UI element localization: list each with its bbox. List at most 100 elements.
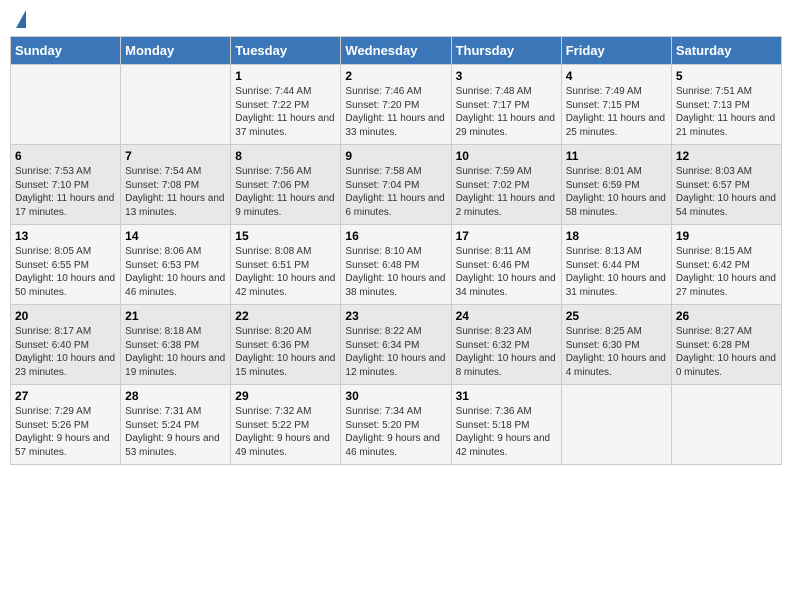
day-header-wednesday: Wednesday: [341, 37, 451, 65]
day-number: 18: [566, 229, 667, 243]
calendar-cell: 7 Sunrise: 7:54 AM Sunset: 7:08 PM Daylig…: [121, 145, 231, 225]
calendar-cell: 26 Sunrise: 8:27 AM Sunset: 6:28 PM Dayli…: [671, 305, 781, 385]
calendar-cell: 8 Sunrise: 7:56 AM Sunset: 7:06 PM Daylig…: [231, 145, 341, 225]
calendar-cell: 25 Sunrise: 8:25 AM Sunset: 6:30 PM Dayli…: [561, 305, 671, 385]
day-number: 16: [345, 229, 446, 243]
day-number: 14: [125, 229, 226, 243]
calendar-cell: 13 Sunrise: 8:05 AM Sunset: 6:55 PM Dayli…: [11, 225, 121, 305]
day-info: Sunrise: 7:54 AM Sunset: 7:08 PM Dayligh…: [125, 165, 226, 219]
day-number: 20: [15, 309, 116, 323]
day-number: 4: [566, 69, 667, 83]
calendar-cell: 10 Sunrise: 7:59 AM Sunset: 7:02 PM Dayli…: [451, 145, 561, 225]
day-info: Sunrise: 8:06 AM Sunset: 6:53 PM Dayligh…: [125, 245, 226, 299]
calendar-cell: 4 Sunrise: 7:49 AM Sunset: 7:15 PM Daylig…: [561, 65, 671, 145]
day-header-saturday: Saturday: [671, 37, 781, 65]
calendar-header-row: SundayMondayTuesdayWednesdayThursdayFrid…: [11, 37, 782, 65]
day-number: 3: [456, 69, 557, 83]
calendar-cell: 24 Sunrise: 8:23 AM Sunset: 6:32 PM Dayli…: [451, 305, 561, 385]
day-info: Sunrise: 7:49 AM Sunset: 7:15 PM Dayligh…: [566, 85, 667, 139]
calendar-cell: 21 Sunrise: 8:18 AM Sunset: 6:38 PM Dayli…: [121, 305, 231, 385]
calendar-cell: 31Sunrise: 7:36 AM Sunset: 5:18 PM Dayli…: [451, 385, 561, 465]
day-info: Sunrise: 8:05 AM Sunset: 6:55 PM Dayligh…: [15, 245, 116, 299]
logo: [14, 10, 26, 28]
day-info: Sunrise: 8:17 AM Sunset: 6:40 PM Dayligh…: [15, 325, 116, 379]
day-info: Sunrise: 7:46 AM Sunset: 7:20 PM Dayligh…: [345, 85, 446, 139]
calendar-cell: 5 Sunrise: 7:51 AM Sunset: 7:13 PM Daylig…: [671, 65, 781, 145]
day-info: Sunrise: 8:03 AM Sunset: 6:57 PM Dayligh…: [676, 165, 777, 219]
day-info: Sunrise: 8:22 AM Sunset: 6:34 PM Dayligh…: [345, 325, 446, 379]
day-number: 7: [125, 149, 226, 163]
calendar-cell: 17 Sunrise: 8:11 AM Sunset: 6:46 PM Dayli…: [451, 225, 561, 305]
calendar-cell: [561, 385, 671, 465]
day-info: Sunrise: 7:56 AM Sunset: 7:06 PM Dayligh…: [235, 165, 336, 219]
calendar-cell: 3 Sunrise: 7:48 AM Sunset: 7:17 PM Daylig…: [451, 65, 561, 145]
day-number: 12: [676, 149, 777, 163]
calendar-cell: 11Sunrise: 8:01 AM Sunset: 6:59 PM Dayli…: [561, 145, 671, 225]
day-info: Sunrise: 7:29 AM Sunset: 5:26 PM Dayligh…: [15, 405, 116, 459]
day-number: 5: [676, 69, 777, 83]
day-number: 27: [15, 389, 116, 403]
week-row-4: 20 Sunrise: 8:17 AM Sunset: 6:40 PM Dayli…: [11, 305, 782, 385]
day-number: 29: [235, 389, 336, 403]
logo-triangle-icon: [16, 10, 26, 28]
calendar-cell: 18 Sunrise: 8:13 AM Sunset: 6:44 PM Dayli…: [561, 225, 671, 305]
day-number: 15: [235, 229, 336, 243]
week-row-3: 13 Sunrise: 8:05 AM Sunset: 6:55 PM Dayli…: [11, 225, 782, 305]
day-info: Sunrise: 8:11 AM Sunset: 6:46 PM Dayligh…: [456, 245, 557, 299]
day-info: Sunrise: 8:13 AM Sunset: 6:44 PM Dayligh…: [566, 245, 667, 299]
calendar-cell: 16Sunrise: 8:10 AM Sunset: 6:48 PM Dayli…: [341, 225, 451, 305]
day-number: 17: [456, 229, 557, 243]
day-header-tuesday: Tuesday: [231, 37, 341, 65]
day-number: 24: [456, 309, 557, 323]
calendar-cell: 1 Sunrise: 7:44 AM Sunset: 7:22 PM Daylig…: [231, 65, 341, 145]
day-info: Sunrise: 8:23 AM Sunset: 6:32 PM Dayligh…: [456, 325, 557, 379]
day-info: Sunrise: 7:36 AM Sunset: 5:18 PM Dayligh…: [456, 405, 557, 459]
calendar-cell: 14 Sunrise: 8:06 AM Sunset: 6:53 PM Dayli…: [121, 225, 231, 305]
calendar-cell: 6Sunrise: 7:53 AM Sunset: 7:10 PM Daylig…: [11, 145, 121, 225]
calendar-cell: 9 Sunrise: 7:58 AM Sunset: 7:04 PM Daylig…: [341, 145, 451, 225]
day-number: 6: [15, 149, 116, 163]
calendar-cell: 19 Sunrise: 8:15 AM Sunset: 6:42 PM Dayli…: [671, 225, 781, 305]
calendar-cell: 23Sunrise: 8:22 AM Sunset: 6:34 PM Dayli…: [341, 305, 451, 385]
calendar-cell: 30Sunrise: 7:34 AM Sunset: 5:20 PM Dayli…: [341, 385, 451, 465]
day-info: Sunrise: 8:20 AM Sunset: 6:36 PM Dayligh…: [235, 325, 336, 379]
calendar-cell: 27 Sunrise: 7:29 AM Sunset: 5:26 PM Dayli…: [11, 385, 121, 465]
day-info: Sunrise: 8:27 AM Sunset: 6:28 PM Dayligh…: [676, 325, 777, 379]
day-number: 26: [676, 309, 777, 323]
day-header-thursday: Thursday: [451, 37, 561, 65]
week-row-2: 6Sunrise: 7:53 AM Sunset: 7:10 PM Daylig…: [11, 145, 782, 225]
calendar-cell: 20 Sunrise: 8:17 AM Sunset: 6:40 PM Dayli…: [11, 305, 121, 385]
day-header-monday: Monday: [121, 37, 231, 65]
day-number: 19: [676, 229, 777, 243]
day-info: Sunrise: 8:25 AM Sunset: 6:30 PM Dayligh…: [566, 325, 667, 379]
day-info: Sunrise: 7:48 AM Sunset: 7:17 PM Dayligh…: [456, 85, 557, 139]
day-info: Sunrise: 7:51 AM Sunset: 7:13 PM Dayligh…: [676, 85, 777, 139]
day-info: Sunrise: 7:58 AM Sunset: 7:04 PM Dayligh…: [345, 165, 446, 219]
day-info: Sunrise: 7:44 AM Sunset: 7:22 PM Dayligh…: [235, 85, 336, 139]
day-number: 28: [125, 389, 226, 403]
day-info: Sunrise: 8:15 AM Sunset: 6:42 PM Dayligh…: [676, 245, 777, 299]
calendar-cell: [121, 65, 231, 145]
day-info: Sunrise: 8:08 AM Sunset: 6:51 PM Dayligh…: [235, 245, 336, 299]
day-info: Sunrise: 8:18 AM Sunset: 6:38 PM Dayligh…: [125, 325, 226, 379]
day-number: 13: [15, 229, 116, 243]
day-number: 30: [345, 389, 446, 403]
day-number: 21: [125, 309, 226, 323]
day-number: 9: [345, 149, 446, 163]
calendar-table: SundayMondayTuesdayWednesdayThursdayFrid…: [10, 36, 782, 465]
calendar-cell: 15 Sunrise: 8:08 AM Sunset: 6:51 PM Dayli…: [231, 225, 341, 305]
day-number: 1: [235, 69, 336, 83]
day-header-friday: Friday: [561, 37, 671, 65]
day-number: 8: [235, 149, 336, 163]
day-number: 10: [456, 149, 557, 163]
calendar-cell: 28Sunrise: 7:31 AM Sunset: 5:24 PM Dayli…: [121, 385, 231, 465]
calendar-cell: 2 Sunrise: 7:46 AM Sunset: 7:20 PM Daylig…: [341, 65, 451, 145]
page-header: [10, 10, 782, 28]
day-number: 25: [566, 309, 667, 323]
day-number: 2: [345, 69, 446, 83]
day-number: 22: [235, 309, 336, 323]
day-number: 11: [566, 149, 667, 163]
day-info: Sunrise: 7:59 AM Sunset: 7:02 PM Dayligh…: [456, 165, 557, 219]
day-header-sunday: Sunday: [11, 37, 121, 65]
week-row-1: 1 Sunrise: 7:44 AM Sunset: 7:22 PM Daylig…: [11, 65, 782, 145]
